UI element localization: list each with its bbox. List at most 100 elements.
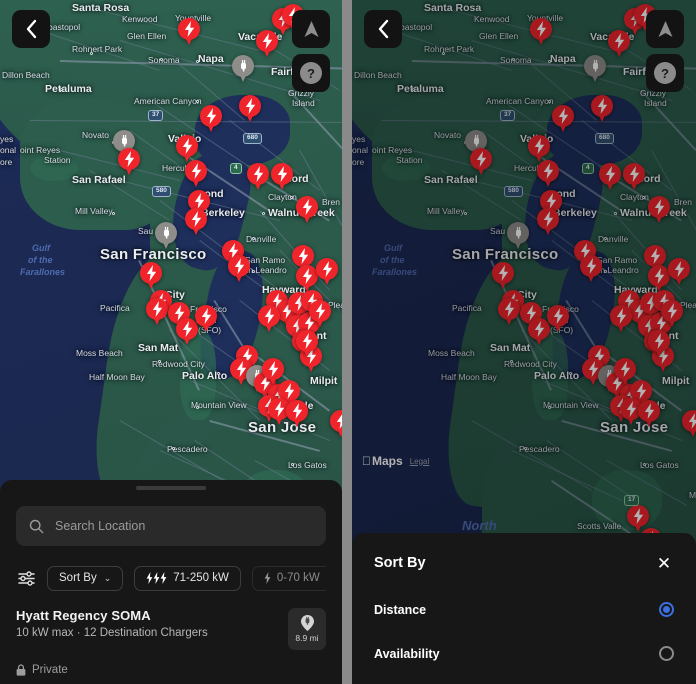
map-pin-supercharger[interactable] [118, 148, 140, 176]
search-icon [29, 519, 44, 533]
city-dot-marker [291, 463, 294, 466]
map-pin-supercharger[interactable] [309, 300, 331, 328]
map-pin-supercharger[interactable] [178, 18, 200, 46]
map-pin-destination-charger[interactable] [155, 222, 177, 250]
map-label: Gulf [32, 243, 50, 253]
map-label: of the [28, 255, 53, 265]
search-placeholder: Search Location [55, 519, 146, 533]
city-dot-marker [172, 447, 175, 450]
list-item-private[interactable]: Private [16, 664, 326, 676]
search-bar[interactable]: Search Location [16, 506, 326, 546]
map-pin-supercharger[interactable] [176, 135, 198, 163]
map-pin-destination-charger[interactable] [232, 55, 254, 83]
list-item-subtitle: 10 kW max · 12 Destination Chargers [16, 627, 208, 639]
sliders-icon [17, 570, 35, 586]
park-area [30, 155, 78, 181]
sort-by-sheet: Sort By ✕ Distance Availability [352, 533, 696, 684]
map-pin-supercharger[interactable] [296, 196, 318, 224]
distance-value: 8.9 mi [295, 633, 319, 643]
city-dot-marker [118, 180, 121, 183]
power-filter-chip-slow[interactable]: 0-70 kW [251, 565, 326, 591]
power-filter-fast-label: 71-250 kW [173, 572, 229, 584]
sort-option-distance[interactable]: Distance [374, 602, 674, 617]
power-filter-chip-fast[interactable]: 71-250 kW [134, 565, 241, 591]
map-pin-supercharger[interactable] [195, 305, 217, 333]
city-dot-marker [196, 60, 199, 63]
city-dot-marker [158, 360, 161, 363]
dual-screenshot-root: Santa RosaKenwoodYountvillebastopolGlen … [0, 0, 696, 684]
map-label: yes [0, 134, 14, 144]
city-dot-marker [160, 58, 163, 61]
city-dot-marker [196, 100, 199, 103]
filter-sliders-icon[interactable] [16, 568, 36, 588]
single-bolt-icon [264, 572, 271, 584]
map-label: Farallones [20, 267, 66, 277]
recenter-navigation-button[interactable] [292, 10, 330, 48]
screenshot-divider [342, 0, 352, 684]
map-pin-supercharger[interactable] [140, 262, 162, 290]
map-pin-supercharger[interactable] [316, 258, 338, 286]
left-screen: Santa RosaKenwoodYountvillebastopolGlen … [0, 0, 342, 684]
sheet-drag-handle[interactable] [136, 486, 206, 490]
city-dot-marker [196, 406, 199, 409]
power-filter-slow-label: 0-70 kW [276, 572, 320, 584]
list-item-title: Hyatt Regency SOMA [16, 608, 151, 623]
map-label: ore [0, 157, 13, 167]
back-button[interactable] [364, 10, 402, 48]
sort-by-chip[interactable]: Sort By ⌄ [47, 565, 124, 591]
city-dot-marker [112, 212, 115, 215]
list-item-text: Hyatt Regency SOMA 10 kW max · 12 Destin… [16, 608, 208, 639]
city-dot-marker [252, 237, 255, 240]
map-pin-supercharger[interactable] [228, 255, 250, 283]
help-button[interactable]: ? [292, 54, 330, 92]
map-pin-supercharger[interactable] [185, 208, 207, 236]
city-dot-marker [252, 270, 255, 273]
map-pin-supercharger[interactable] [146, 298, 168, 326]
map-pin-supercharger[interactable] [296, 330, 318, 358]
highway-shield-680: 680 [243, 133, 262, 144]
highway-shield-4: 4 [230, 163, 242, 174]
chevron-down-icon: ⌄ [103, 572, 112, 583]
sort-by-chip-label: Sort By [59, 572, 97, 584]
radio-distance[interactable] [659, 602, 674, 617]
sort-option-availability[interactable]: Availability [374, 646, 674, 661]
radio-availability[interactable] [659, 646, 674, 661]
charger-pin-icon [300, 615, 314, 631]
back-button[interactable] [12, 10, 50, 48]
close-icon[interactable]: ✕ [654, 553, 674, 573]
help-button[interactable]: ? [646, 54, 684, 92]
sort-option-distance-label: Distance [374, 602, 427, 617]
list-item-private-label: Private [32, 664, 68, 676]
results-bottom-sheet: Search Location Sort By ⌄ 71-250 kW 0-70… [0, 480, 342, 684]
list-item[interactable]: Hyatt Regency SOMA 10 kW max · 12 Destin… [16, 608, 326, 650]
map-pin-supercharger[interactable] [330, 410, 342, 438]
map-label: onal [0, 145, 17, 155]
map-pin-supercharger[interactable] [185, 160, 207, 188]
map-pin-supercharger[interactable] [286, 400, 308, 428]
map-pin-supercharger[interactable] [200, 105, 222, 133]
map-pin-supercharger[interactable] [239, 95, 261, 123]
recenter-navigation-button[interactable] [646, 10, 684, 48]
map-pin-supercharger[interactable] [296, 265, 318, 293]
question-mark-icon: ? [300, 62, 322, 84]
sort-sheet-title: Sort By [374, 555, 426, 571]
highway-shield-37: 37 [148, 110, 164, 121]
navigation-arrow-icon [658, 20, 672, 37]
chevron-left-icon [26, 19, 36, 39]
sort-sheet-header: Sort By ✕ [374, 553, 674, 573]
chevron-left-icon [378, 19, 388, 39]
map-pin-supercharger[interactable] [256, 30, 278, 58]
lock-icon [16, 664, 26, 676]
city-dot-marker [60, 88, 63, 91]
map-pin-supercharger[interactable] [247, 163, 269, 191]
filter-bar: Sort By ⌄ 71-250 kW 0-70 kW [16, 565, 326, 591]
city-dot-marker [90, 52, 93, 55]
map-pin-supercharger[interactable] [271, 163, 293, 191]
triple-bolt-icon [146, 572, 167, 584]
navigation-arrow-icon [304, 20, 318, 37]
map-pin-supercharger[interactable] [258, 305, 280, 333]
question-mark-icon: ? [654, 62, 676, 84]
highway-shield-580: 580 [152, 186, 171, 197]
distance-badge[interactable]: 8.9 mi [288, 608, 326, 650]
city-dot-marker [262, 212, 265, 215]
